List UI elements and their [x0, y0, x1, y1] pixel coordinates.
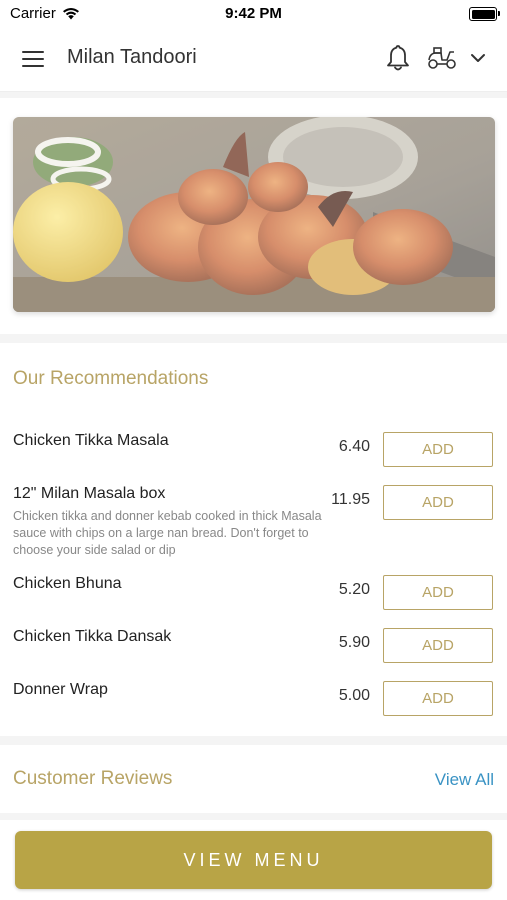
- battery-icon: [469, 7, 500, 21]
- status-time: 9:42 PM: [225, 5, 282, 22]
- add-button[interactable]: ADD: [383, 432, 493, 467]
- reviews-title: Customer Reviews: [13, 768, 173, 789]
- item-name: Chicken Tikka Masala: [13, 432, 169, 449]
- grilled-prawns-image: [13, 117, 495, 312]
- add-button[interactable]: ADD: [383, 681, 493, 716]
- item-price: 6.40: [338, 438, 370, 455]
- add-button[interactable]: ADD: [383, 575, 493, 610]
- item-name: Chicken Bhuna: [13, 575, 122, 592]
- footer: VIEW MENU: [0, 820, 507, 900]
- hamburger-menu-icon[interactable]: [22, 51, 44, 67]
- recommendations-section: Our Recommendations Chicken Tikka Masala…: [0, 343, 507, 736]
- chevron-down-icon[interactable]: [470, 50, 486, 66]
- app-header: Milan Tandoori: [0, 28, 507, 92]
- hero-card: [0, 98, 507, 334]
- add-button[interactable]: ADD: [383, 628, 493, 663]
- view-menu-button[interactable]: VIEW MENU: [15, 831, 492, 889]
- item-price: 11.95: [331, 491, 370, 508]
- item-name: Donner Wrap: [13, 681, 108, 698]
- status-bar: Carrier 9:42 PM: [0, 0, 507, 28]
- reviews-section: Customer Reviews View All: [0, 745, 507, 813]
- hero-food-image: [13, 117, 495, 312]
- item-price: 5.00: [338, 687, 370, 704]
- recommendations-title: Our Recommendations: [13, 368, 209, 389]
- item-name: 12" Milan Masala box: [13, 485, 166, 502]
- bell-icon[interactable]: [384, 43, 412, 73]
- item-price: 5.20: [338, 581, 370, 598]
- item-description: Chicken tikka and donner kebab cooked in…: [13, 509, 322, 557]
- scooter-icon[interactable]: [426, 44, 458, 72]
- page-title: Milan Tandoori: [67, 46, 197, 68]
- view-all-link[interactable]: View All: [435, 770, 494, 790]
- add-button[interactable]: ADD: [383, 485, 493, 520]
- item-price: 5.90: [338, 634, 370, 651]
- item-name: Chicken Tikka Dansak: [13, 628, 172, 645]
